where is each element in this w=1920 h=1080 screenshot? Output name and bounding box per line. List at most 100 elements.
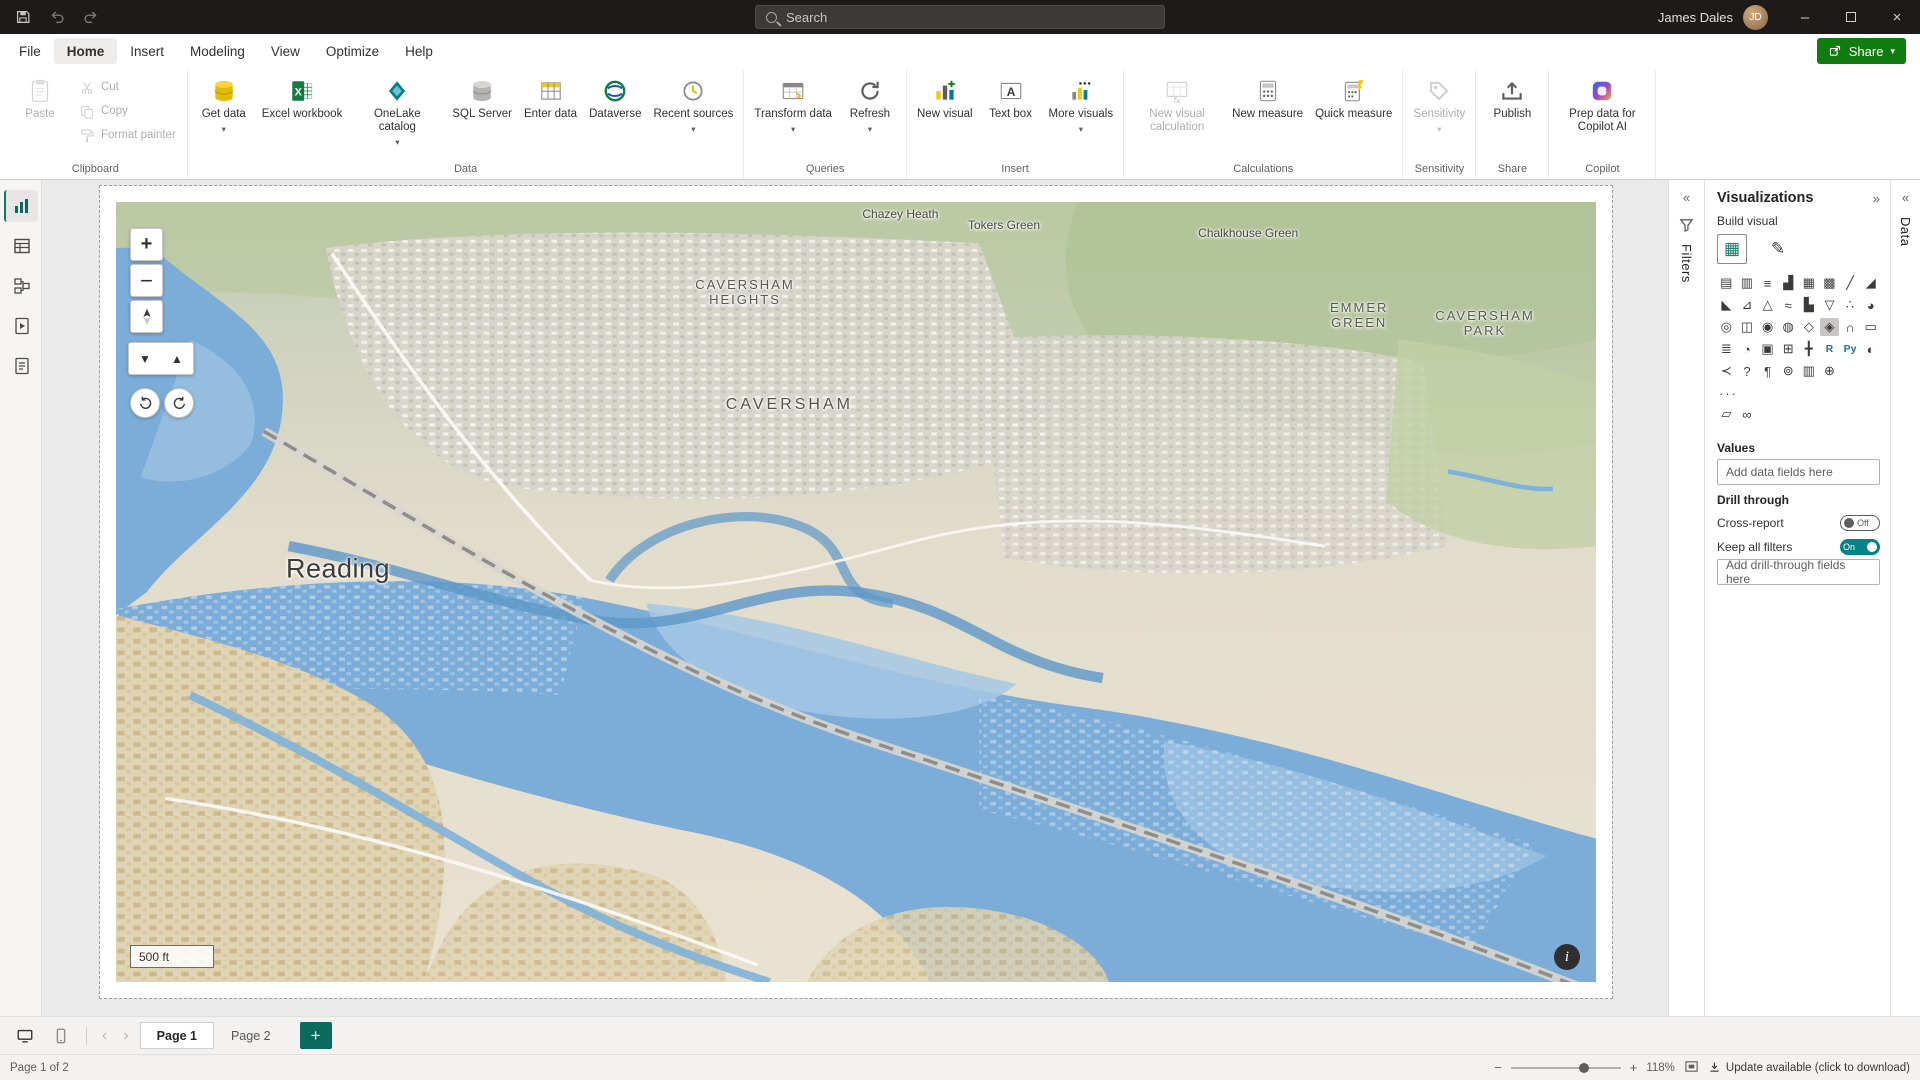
menu-tab-view[interactable]: View (258, 38, 313, 64)
visual-icon-scatter-chart[interactable]: ∴ (1841, 296, 1860, 314)
visual-icon-table[interactable]: ⊞ (1779, 340, 1798, 358)
menu-tab-insert[interactable]: Insert (117, 38, 177, 64)
data-panel-title[interactable]: Data (1898, 217, 1913, 246)
visual-icon-clustered-bar-chart[interactable]: ≡ (1758, 274, 1777, 292)
visual-icon-waterfall-chart[interactable]: ▙ (1800, 296, 1819, 314)
ribbon-button-onelake-catalog[interactable]: OneLake catalog▾ (349, 70, 445, 148)
ribbon-button-more-visuals[interactable]: More visuals▾ (1044, 70, 1119, 135)
visual-icon-line-and-stacked-column-chart[interactable]: ⊿ (1738, 296, 1757, 314)
visual-icon-shape-map[interactable]: ◇ (1800, 318, 1819, 336)
visual-icon-paginated-report[interactable]: ▥ (1800, 362, 1819, 380)
fit-to-page-icon[interactable] (1684, 1059, 1699, 1077)
pitch-down-button[interactable]: ▼ (129, 352, 161, 366)
visual-icon-slicer[interactable]: ▣ (1758, 340, 1777, 358)
visual-icon-qna[interactable]: ? (1738, 362, 1757, 380)
build-visual-tab[interactable]: ▦ (1717, 234, 1747, 264)
ribbon-button-recent-sources[interactable]: Recent sources▾ (648, 70, 738, 135)
sidebar-item-report-view[interactable] (4, 190, 38, 222)
pitch-up-button[interactable]: ▲ (161, 352, 193, 366)
ribbon-button-excel-workbook[interactable]: XExcel workbook (257, 70, 348, 123)
visual-icon-stacked-area-chart[interactable]: ◣ (1717, 296, 1736, 314)
visual-icon-ribbon-chart[interactable]: ≈ (1779, 296, 1798, 314)
visual-icon-line-and-clustered-column-chart[interactable]: △ (1758, 296, 1777, 314)
azure-map-visual[interactable]: Chazey HeathTokers GreenChalkhouse Green… (116, 202, 1596, 982)
page-tab-page-1[interactable]: Page 1 (140, 1022, 214, 1049)
visual-icon-treemap[interactable]: ◫ (1738, 318, 1757, 336)
map-zoom-out-button[interactable]: − (130, 264, 163, 297)
search-input[interactable]: Search (755, 5, 1165, 29)
ribbon-button-transform-data[interactable]: Transform data▾ (749, 70, 837, 135)
zoom-slider-knob[interactable] (1579, 1063, 1589, 1073)
menu-tab-home[interactable]: Home (54, 38, 118, 64)
sidebar-item-model-view[interactable] (4, 270, 38, 302)
map-rotate-left-button[interactable] (130, 388, 160, 418)
maximize-button[interactable] (1828, 0, 1874, 34)
ribbon-button-prep-data-for-copilot-ai[interactable]: Prep data for Copilot AI (1554, 70, 1650, 136)
ribbon-button-new-measure[interactable]: New measure (1227, 70, 1308, 123)
visual-icon-100-stacked-column-chart[interactable]: ▩ (1820, 274, 1839, 292)
sidebar-item-table-view[interactable] (4, 230, 38, 262)
new-page-button[interactable]: + (300, 1022, 332, 1049)
visual-icon-metrics[interactable]: ⊚ (1779, 362, 1798, 380)
zoom-level[interactable]: 118% (1646, 1062, 1675, 1074)
map-compass-button[interactable] (130, 300, 163, 333)
visual-icon-multi-row-card[interactable]: ≣ (1717, 340, 1736, 358)
more-visual-options[interactable]: ··· (1719, 386, 1880, 401)
map-pitch-control[interactable]: ▼ ▲ (128, 342, 194, 375)
ribbon-button-get-data[interactable]: Get data▾ (193, 70, 255, 135)
menu-tab-modeling[interactable]: Modeling (177, 38, 258, 64)
desktop-layout-icon[interactable] (10, 1023, 40, 1049)
format-visual-tab[interactable]: ✎ (1763, 234, 1793, 264)
expand-filters-icon[interactable]: « (1683, 190, 1690, 205)
visual-icon-stacked-column-chart[interactable]: ▥ (1738, 274, 1757, 292)
menu-tab-file[interactable]: File (6, 38, 54, 64)
visual-icon-arcgis-map[interactable]: ⊕ (1820, 362, 1839, 380)
zoom-out-icon[interactable]: − (1494, 1060, 1502, 1075)
visual-icon-100-stacked-bar-chart[interactable]: ▦ (1800, 274, 1819, 292)
page-tab-page-2[interactable]: Page 2 (214, 1022, 288, 1049)
keep-all-filters-toggle[interactable]: On (1840, 539, 1880, 555)
undo-icon[interactable] (42, 3, 72, 31)
visual-icon-power-apps[interactable]: ▱ (1717, 405, 1736, 423)
visual-icon-filled-map[interactable]: ◍ (1779, 318, 1798, 336)
share-button[interactable]: Share ▾ (1817, 38, 1906, 64)
ribbon-button-dataverse[interactable]: Dataverse (584, 70, 646, 123)
visual-icon-map[interactable]: ◉ (1758, 318, 1777, 336)
map-zoom-in-button[interactable]: + (130, 228, 163, 261)
avatar[interactable]: JD (1743, 5, 1768, 30)
visual-icon-line-chart[interactable]: ╱ (1841, 274, 1860, 292)
visual-icon-azure-map[interactable]: ◈ (1820, 318, 1839, 336)
mobile-layout-icon[interactable] (46, 1023, 76, 1049)
user-name[interactable]: James Dales (1658, 10, 1733, 25)
visual-icon-gauge[interactable]: ∩ (1841, 318, 1860, 336)
visual-icon-kpi[interactable]: ◔ (1738, 340, 1757, 358)
visual-icon-stacked-bar-chart[interactable]: ▤ (1717, 274, 1736, 292)
visual-icon-matrix[interactable]: ╋ (1800, 340, 1819, 358)
visual-icon-donut-chart[interactable]: ◎ (1717, 318, 1736, 336)
expand-data-icon[interactable]: « (1902, 190, 1909, 205)
ribbon-button-sql-server[interactable]: SQL Server (447, 70, 517, 123)
visual-icon-funnel-chart[interactable]: ▽ (1820, 296, 1839, 314)
cross-report-toggle[interactable]: Off (1840, 515, 1880, 531)
report-page[interactable]: Chazey HeathTokers GreenChalkhouse Green… (100, 186, 1612, 998)
ribbon-button-quick-measure[interactable]: Quick measure (1310, 70, 1397, 123)
visual-icon-area-chart[interactable]: ◢ (1861, 274, 1880, 292)
visual-icon-power-automate[interactable]: ∞ (1738, 405, 1757, 423)
ribbon-button-publish[interactable]: Publish (1481, 70, 1543, 123)
visual-icon-decomposition-tree[interactable]: ≺ (1717, 362, 1736, 380)
map-info-button[interactable]: i (1554, 944, 1580, 970)
redo-icon[interactable] (76, 3, 106, 31)
sidebar-item-dax-query-view[interactable] (4, 310, 38, 342)
drill-through-field-well[interactable]: Add drill-through fields here (1717, 559, 1880, 585)
close-button[interactable]: × (1874, 0, 1920, 34)
visual-icon-smart-narrative[interactable]: ¶ (1758, 362, 1777, 380)
menu-tab-optimize[interactable]: Optimize (313, 38, 392, 64)
zoom-slider[interactable] (1511, 1067, 1621, 1069)
visual-icon-r-script-visual[interactable]: R (1820, 340, 1839, 358)
previous-page-arrow[interactable]: ‹ (97, 1027, 112, 1045)
ribbon-button-new-visual[interactable]: New visual (912, 70, 978, 123)
visual-icon-clustered-column-chart[interactable]: ▟ (1779, 274, 1798, 292)
ribbon-button-refresh[interactable]: Refresh▾ (839, 70, 901, 135)
visual-icon-pie-chart[interactable]: ◕ (1861, 296, 1880, 314)
menu-tab-help[interactable]: Help (392, 38, 446, 64)
